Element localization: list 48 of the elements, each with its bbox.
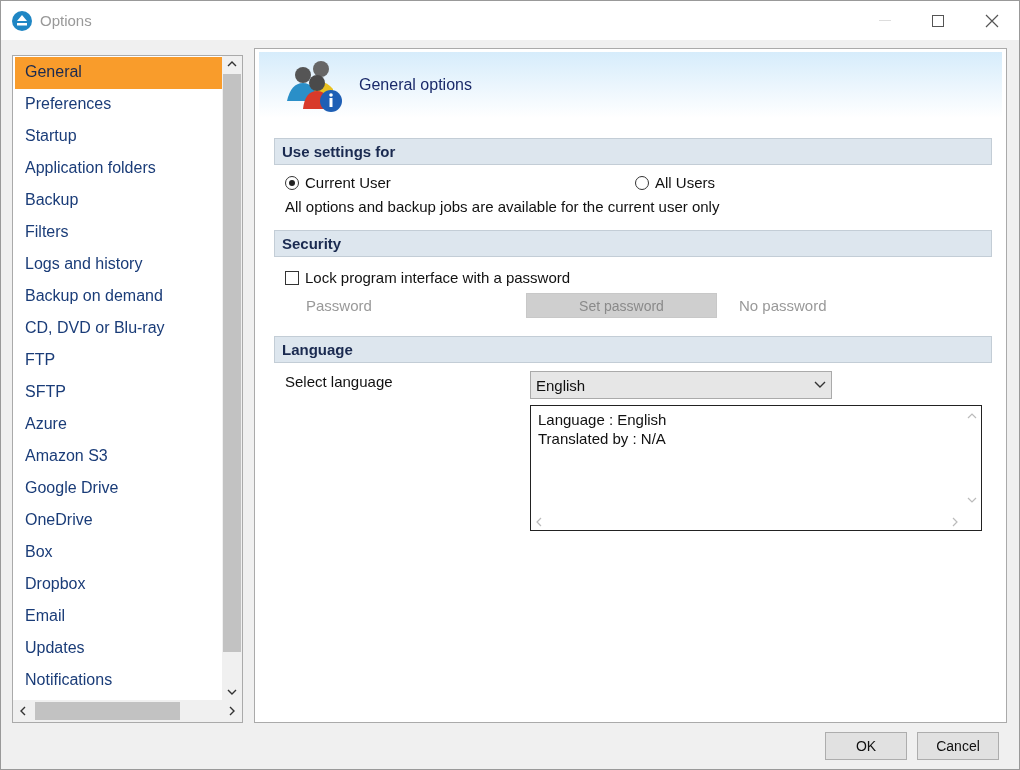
sidebar-item[interactable]: Amazon S3 [15,441,222,473]
chevron-down-icon [814,381,826,389]
section-header: Language [274,336,992,363]
radio-option[interactable]: Current User [285,174,635,191]
info-line: Language : English [538,410,668,429]
sidebar-item[interactable]: Email [15,601,222,633]
lock-checkbox[interactable]: Lock program interface with a password [259,257,992,286]
dialog-button[interactable]: Cancel [917,732,999,760]
sidebar-item[interactable]: Application folders [15,153,222,185]
close-icon[interactable] [985,13,999,28]
sidebar-item[interactable]: Dropbox [15,569,222,601]
radio-option[interactable]: All Users [635,174,985,191]
sidebar-item[interactable]: OneDrive [15,505,222,537]
header-title: General options [359,76,472,94]
app-icon [12,10,32,31]
language-label: Select language [285,373,394,392]
sidebar-item[interactable]: Backup [15,185,222,217]
sidebar-item[interactable]: Preferences [15,89,222,121]
maximize-icon[interactable] [932,14,944,27]
sidebar-item[interactable]: Notifications [15,665,222,697]
sidebar-item[interactable]: Google Drive [15,473,222,505]
scroll-left-icon[interactable] [19,706,27,716]
sidebar-item[interactable]: Box [15,537,222,569]
scrollbar[interactable] [13,700,242,722]
scrollbar[interactable] [222,56,242,700]
window-title: Options [40,12,92,29]
scroll-down-icon[interactable] [227,688,237,696]
password-status: No password [739,297,827,314]
section-header: Security [274,230,992,257]
sidebar-item[interactable]: CD, DVD or Blu-ray [15,313,222,345]
minimize-icon[interactable] [879,19,891,22]
password-label: Password [306,297,373,314]
sidebar-item[interactable]: Azure [15,409,222,441]
sidebar-item[interactable]: Filters [15,217,222,249]
dialog-button[interactable]: OK [825,732,907,760]
language-dropdown[interactable]: English [530,371,832,399]
sidebar-item[interactable]: Startup [15,121,222,153]
sidebar-item[interactable]: General [15,57,222,89]
note-text: All options and backup jobs are available for the current user only [284,197,721,217]
sidebar-item[interactable]: Updates [15,633,222,665]
sidebar-item[interactable]: Backup on demand [15,281,222,313]
scroll-right-icon[interactable] [228,706,236,716]
section-header: Use settings for [274,138,992,165]
info-line: Translated by : N/A [538,429,667,448]
sidebar-item[interactable]: SFTP [15,377,222,409]
sidebar-item[interactable]: Logs and history [15,249,222,281]
scroll-up-icon[interactable] [227,60,237,68]
sidebar-item[interactable]: FTP [15,345,222,377]
